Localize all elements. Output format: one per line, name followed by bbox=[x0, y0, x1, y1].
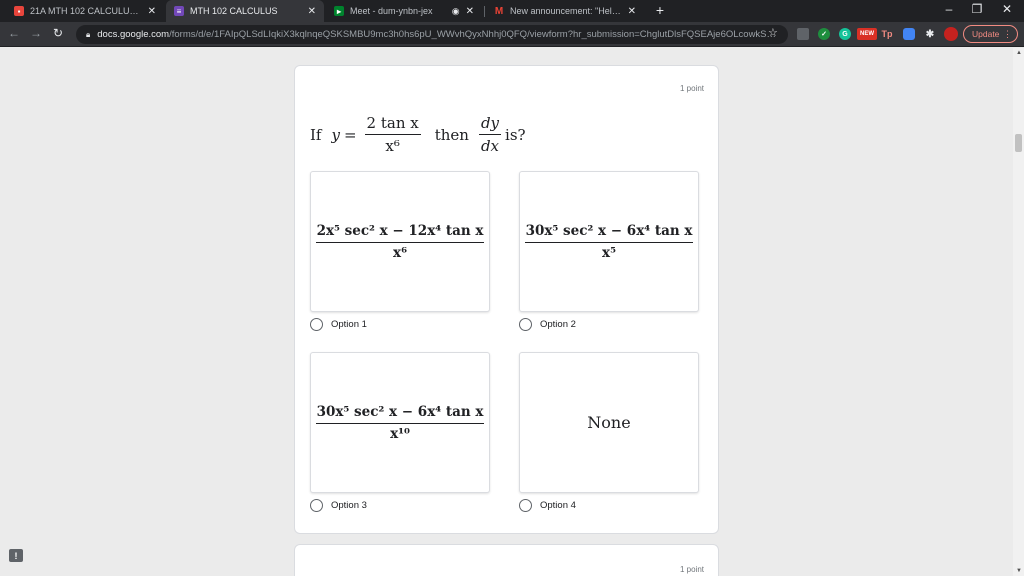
tab-title: New announcement: "Hello Class bbox=[510, 6, 622, 16]
new-tab-button[interactable]: + bbox=[652, 2, 668, 18]
question-suffix: is? bbox=[505, 125, 526, 144]
close-tab-icon[interactable]: ✕ bbox=[466, 6, 474, 17]
tab-title: Meet - dum-ynbn-jex bbox=[350, 6, 433, 16]
bookmark-star-icon[interactable]: ☆ bbox=[768, 26, 778, 39]
question-card: 1 point If y = 2 tan x x⁶ then dy dx is?… bbox=[294, 65, 719, 534]
option-2-label: Option 2 bbox=[540, 319, 576, 330]
points-label: 1 point bbox=[679, 565, 704, 574]
option-3-fraction: 30x⁵ sec² x − 6x⁴ tan x x¹⁰ bbox=[315, 404, 485, 442]
tab-title: MTH 102 CALCULUS bbox=[190, 6, 278, 16]
close-window-button[interactable]: ✕ bbox=[992, 2, 1022, 16]
option-2-radio-row[interactable]: Option 2 bbox=[519, 318, 576, 331]
question-denominator: x⁶ bbox=[385, 137, 400, 155]
option-2-image[interactable]: 30x⁵ sec² x − 6x⁴ tan x x⁵ bbox=[519, 171, 699, 312]
update-button[interactable]: Update ⋮ bbox=[963, 25, 1018, 43]
reload-button[interactable]: ↻ bbox=[50, 26, 66, 40]
question-y: y bbox=[331, 125, 340, 144]
derivative-dy: dy bbox=[478, 114, 502, 135]
close-tab-icon[interactable]: ✕ bbox=[308, 6, 316, 17]
tab-gmail-announcement[interactable]: M New announcement: "Hello Class ✕ bbox=[486, 0, 644, 22]
forms-icon: ≡ bbox=[174, 6, 184, 16]
option-4-image[interactable]: None bbox=[519, 352, 699, 493]
question-equals: = bbox=[343, 125, 357, 144]
menu-dots-icon[interactable]: ⋮ bbox=[1003, 29, 1012, 40]
scrollbar-thumb[interactable] bbox=[1015, 134, 1022, 152]
option-4-radio[interactable] bbox=[519, 499, 532, 512]
report-feedback-icon[interactable]: ! bbox=[9, 549, 23, 562]
meet-icon: ▸ bbox=[334, 6, 344, 16]
option-4-label: Option 4 bbox=[540, 500, 576, 511]
question-fraction: 2 tan x x⁶ bbox=[364, 114, 421, 155]
tab-strip: ▪ 21A MTH 102 CALCULUS ONLINE ✕ ≡ MTH 10… bbox=[0, 0, 1024, 22]
points-label: 1 point bbox=[679, 84, 704, 93]
grammarly-icon[interactable]: G bbox=[839, 28, 851, 40]
option-3-radio-row[interactable]: Option 3 bbox=[310, 499, 367, 512]
recording-dot-icon: ◉ bbox=[451, 5, 460, 16]
new-badge-extension[interactable]: NEW bbox=[857, 28, 877, 40]
form-page: 1 point If y = 2 tan x x⁶ then dy dx is?… bbox=[0, 48, 1013, 576]
derivative-dx: dx bbox=[480, 137, 500, 155]
tab-meet[interactable]: ▸ Meet - dum-ynbn-jex ◉ ✕ bbox=[326, 0, 482, 22]
option-1-numerator: 2x⁵ sec² x − 12x⁴ tan x bbox=[315, 223, 485, 243]
forward-button[interactable]: → bbox=[28, 26, 44, 40]
close-tab-icon[interactable]: ✕ bbox=[148, 6, 156, 17]
question-numerator: 2 tan x bbox=[364, 114, 421, 135]
zoom-extension-icon[interactable] bbox=[903, 28, 915, 40]
tab-title: 21A MTH 102 CALCULUS ONLINE bbox=[30, 6, 142, 16]
question-then: then bbox=[434, 125, 469, 144]
question-card-next: 1 point bbox=[294, 544, 719, 576]
option-1-radio-row[interactable]: Option 1 bbox=[310, 318, 367, 331]
check-extension-icon[interactable]: ✓ bbox=[818, 28, 830, 40]
update-label: Update bbox=[972, 29, 1000, 39]
option-1-label: Option 1 bbox=[331, 319, 367, 330]
option-2-denominator: x⁵ bbox=[602, 244, 616, 261]
tp-extension-icon[interactable]: Tp bbox=[881, 28, 893, 40]
option-3-label: Option 3 bbox=[331, 500, 367, 511]
option-3-image[interactable]: 30x⁵ sec² x − 6x⁴ tan x x¹⁰ bbox=[310, 352, 490, 493]
option-4-radio-row[interactable]: Option 4 bbox=[519, 499, 576, 512]
question-text: If y = 2 tan x x⁶ then dy dx is? bbox=[310, 114, 526, 155]
url-host: docs.google.com bbox=[97, 29, 170, 40]
option-2-radio[interactable] bbox=[519, 318, 532, 331]
question-prefix: If bbox=[310, 125, 322, 144]
option-1-fraction: 2x⁵ sec² x − 12x⁴ tan x x⁶ bbox=[315, 223, 485, 261]
option-1-image[interactable]: 2x⁵ sec² x − 12x⁴ tan x x⁶ bbox=[310, 171, 490, 312]
back-button[interactable]: ← bbox=[6, 26, 22, 40]
option-1-radio[interactable] bbox=[310, 318, 323, 331]
url-path: /forms/d/e/1FAIpQLSdLIqkiX3kqlnqeQSKSMBU… bbox=[169, 29, 778, 40]
option-3-radio[interactable] bbox=[310, 499, 323, 512]
restore-button[interactable]: ❐ bbox=[962, 2, 992, 16]
gmail-icon: M bbox=[494, 5, 504, 17]
option-3-denominator: x¹⁰ bbox=[390, 425, 410, 442]
lock-icon: 🔒︎ bbox=[86, 29, 91, 39]
tab-mth102-form[interactable]: ≡ MTH 102 CALCULUS ✕ bbox=[166, 0, 324, 22]
option-2-fraction: 30x⁵ sec² x − 6x⁴ tan x x⁵ bbox=[524, 223, 694, 261]
scroll-down-icon[interactable]: ▼ bbox=[1016, 568, 1022, 574]
extension-icon[interactable] bbox=[797, 28, 809, 40]
close-tab-icon[interactable]: ✕ bbox=[628, 6, 636, 17]
derivative-fraction: dy dx bbox=[478, 114, 502, 155]
address-bar[interactable]: 🔒︎ docs.google.com /forms/d/e/1FAIpQLSdL… bbox=[76, 25, 788, 44]
page-scrollbar[interactable]: ▲ ▼ bbox=[1013, 48, 1024, 576]
browser-toolbar: ← → ↻ 🔒︎ docs.google.com /forms/d/e/1FAI… bbox=[0, 22, 1024, 47]
tab-separator bbox=[484, 6, 485, 17]
option-4-text: None bbox=[587, 413, 631, 432]
profile-avatar[interactable] bbox=[944, 27, 958, 41]
option-1-denominator: x⁶ bbox=[393, 244, 407, 261]
tab-calculus-online[interactable]: ▪ 21A MTH 102 CALCULUS ONLINE ✕ bbox=[6, 0, 164, 22]
scroll-up-icon[interactable]: ▲ bbox=[1016, 50, 1022, 56]
option-3-numerator: 30x⁵ sec² x − 6x⁴ tan x bbox=[315, 404, 485, 424]
minimize-button[interactable]: – bbox=[934, 2, 964, 16]
classroom-icon: ▪ bbox=[14, 6, 24, 16]
puzzle-extensions-icon[interactable]: ✱ bbox=[924, 28, 936, 40]
option-2-numerator: 30x⁵ sec² x − 6x⁴ tan x bbox=[524, 223, 694, 243]
